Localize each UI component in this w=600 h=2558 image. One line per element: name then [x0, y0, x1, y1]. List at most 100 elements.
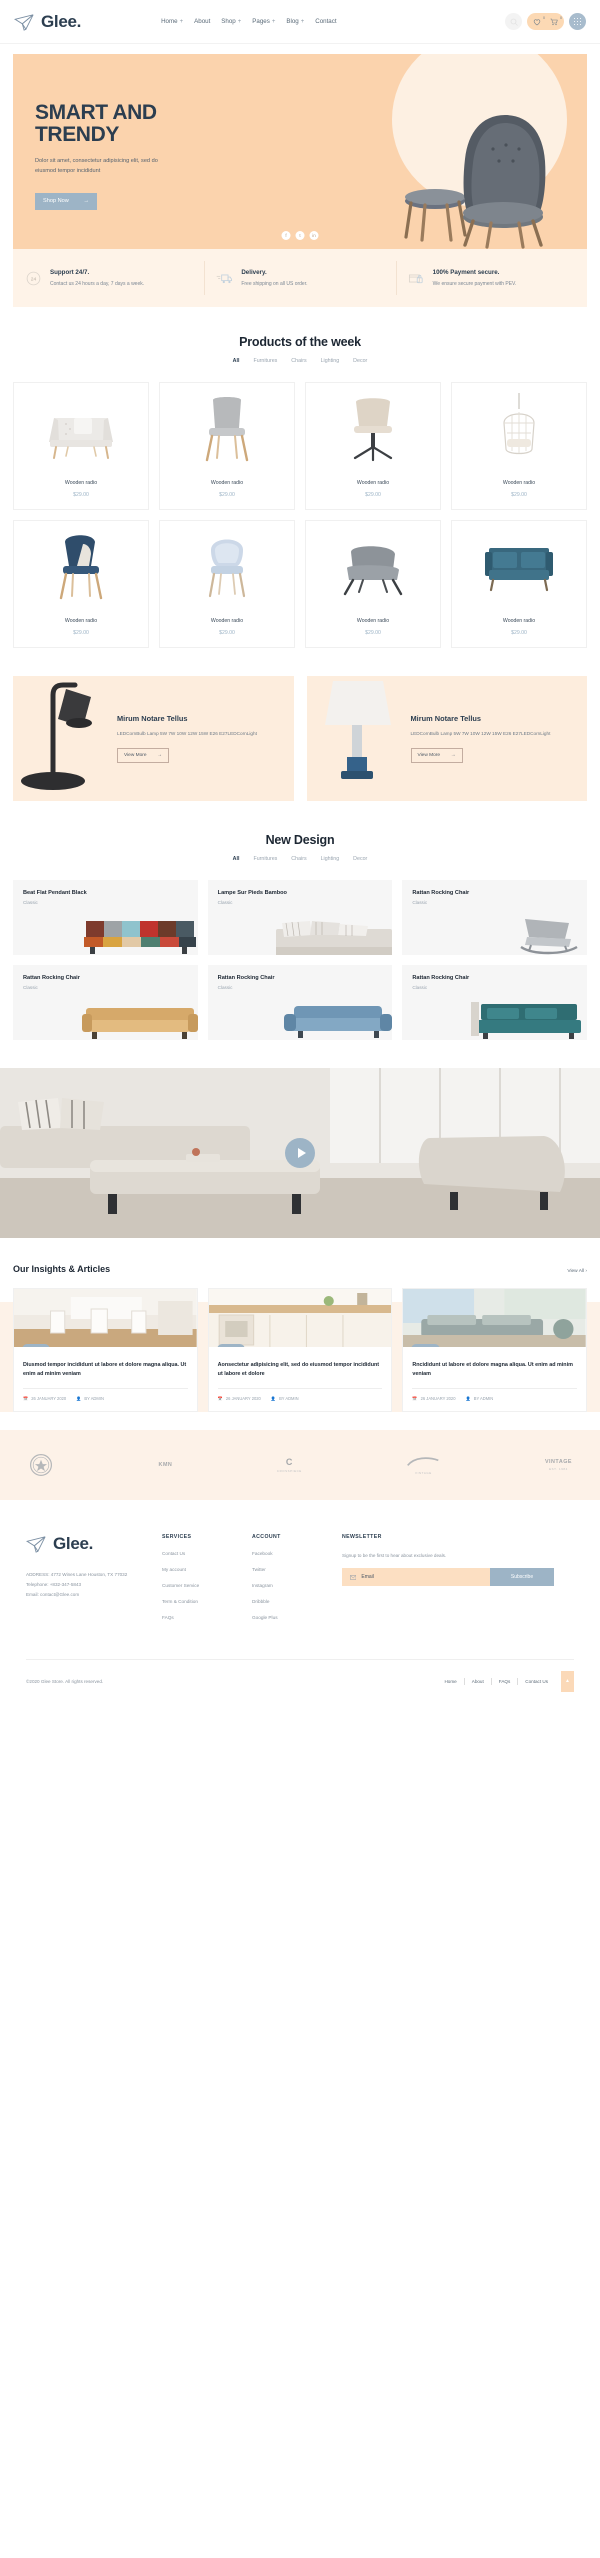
wishlist-button[interactable]: 0 [533, 16, 545, 26]
footer-nav-faqs[interactable]: FAQs [499, 1679, 511, 1684]
social-linkedin-dot[interactable]: in [309, 231, 319, 240]
plus-icon: + [179, 18, 184, 25]
footer-nav-home[interactable]: Home [444, 1679, 456, 1684]
article-card[interactable]: NEWS Diusmod tempor incididunt ut labore… [13, 1288, 198, 1412]
article-card[interactable]: NEWS Aonsectetur adipisicing elit, sed d… [207, 1288, 393, 1412]
tab-all[interactable]: All [233, 358, 240, 364]
video-banner[interactable] [0, 1068, 600, 1238]
newdesign-card[interactable]: Lampe Sur Pieds Bamboo Classic [207, 880, 393, 955]
envelope-icon [350, 1575, 357, 1580]
support-24-icon: 24 [26, 271, 41, 286]
brand-logo-name: VINTAGE [544, 1458, 572, 1465]
footer-nav-contact-us[interactable]: Contact Us [525, 1679, 548, 1684]
footer-link-faqs[interactable]: FAQs [162, 1615, 252, 1620]
product-image [166, 390, 288, 468]
view-more-button[interactable]: View More → [117, 748, 169, 764]
newdesign-card-title: Lampe Sur Pieds Bamboo [217, 890, 287, 896]
nav-item-home[interactable]: Home + [161, 18, 183, 25]
newdesign-card-title: Rattan Rocking Chair [23, 975, 80, 981]
product-card[interactable]: Wooden radio $29.00 [13, 520, 149, 648]
social-facebook-dot[interactable]: f [281, 231, 291, 240]
tab-lighting[interactable]: Lighting [321, 358, 340, 364]
article-image: NEWS [403, 1289, 586, 1347]
product-price: $29.00 [365, 492, 381, 498]
footer-nav-about[interactable]: About [472, 1679, 484, 1684]
nav-item-blog[interactable]: Blog + [286, 18, 304, 25]
promo-banner-body: Mirum Notare Tellus LEDCornBulb Lamp 5W … [410, 714, 559, 764]
newsletter-desc: Signup to be the first to hear about exc… [342, 1552, 447, 1558]
nav-label: Pages [252, 18, 270, 25]
tab-furnitures[interactable]: Furnitures [253, 358, 277, 364]
white-dining-room-image [14, 1289, 197, 1347]
footer-link-instagram[interactable]: Instagram [252, 1583, 342, 1588]
footer-link-facebook[interactable]: Facebook [252, 1551, 342, 1556]
grid-menu-button[interactable] [569, 13, 586, 30]
newdesign-card-title: Beat Flat Pendant Black [23, 890, 87, 896]
seal-badge-logo-icon [29, 1453, 53, 1476]
product-card[interactable]: Wooden radio $29.00 [159, 382, 295, 510]
footer-link-customer-service[interactable]: Customer Service [162, 1583, 252, 1588]
nd-tab-decor[interactable]: Decor [353, 856, 367, 862]
tab-decor[interactable]: Decor [353, 358, 367, 364]
products-title: Products of the week [239, 335, 361, 349]
social-twitter-dot[interactable]: t [295, 231, 305, 240]
light-blue-chair-image [208, 539, 246, 598]
newdesign-card[interactable]: Rattan Rocking Chair Classic [402, 880, 587, 955]
search-button[interactable] [505, 13, 522, 30]
nav-item-about[interactable]: About [194, 18, 210, 25]
newdesign-card[interactable]: Beat Flat Pendant Black Classic [13, 880, 198, 955]
newdesign-title: New Design [265, 833, 335, 847]
tab-chairs[interactable]: Chairs [291, 358, 306, 364]
wishlist-cart-pill: 0 0 [527, 13, 564, 30]
footer-address: ADDRESS: 4772 Wines Lane Houston, TX 770… [26, 1571, 128, 1577]
footer-link-contact-us[interactable]: Contact Us [162, 1551, 252, 1556]
product-card[interactable]: Wooden radio $29.00 [305, 520, 441, 648]
product-image [20, 390, 142, 468]
product-card[interactable]: Wooden radio $29.00 [13, 382, 149, 510]
brand-logo[interactable]: Glee. [14, 12, 81, 32]
nav-item-contact[interactable]: Contact [315, 18, 336, 25]
insights-header: Our Insights & Articles View All › [13, 1264, 587, 1274]
product-card[interactable]: Wooden radio $29.00 [159, 520, 295, 648]
play-video-button[interactable] [285, 1138, 315, 1168]
nav-item-shop[interactable]: Shop + [221, 18, 241, 25]
footer-brand-logo[interactable]: Glee. [26, 1534, 162, 1554]
article-image: NEWS [14, 1289, 197, 1347]
nav-item-pages[interactable]: Pages + [252, 18, 275, 25]
footer-bottom-bar: ©2020 Glee Store. All rights reserved. H… [26, 1658, 574, 1706]
nd-tab-chairs[interactable]: Chairs [291, 856, 306, 862]
newsletter-input-wrap[interactable] [342, 1568, 490, 1587]
view-more-button[interactable]: View More → [410, 748, 463, 764]
footer-link-term-condition[interactable]: Term & Condition [162, 1599, 252, 1604]
brand-logo-crosspiece[interactable]: C CROSSPIECE [277, 1457, 302, 1473]
product-card[interactable]: Wooden radio $29.00 [451, 382, 587, 510]
footer-link-my-account[interactable]: My account [162, 1567, 252, 1572]
brand-logo-kmn[interactable]: KMN [159, 1462, 173, 1468]
subscribe-button[interactable]: Subscribe [490, 1568, 554, 1587]
footer-link-twitter[interactable]: Twitter [252, 1567, 342, 1572]
nd-tab-furnitures[interactable]: Furnitures [253, 856, 277, 862]
view-all-link[interactable]: View All › [567, 1269, 587, 1274]
svg-text:24: 24 [31, 277, 37, 283]
nd-tab-all[interactable]: All [233, 856, 240, 862]
product-name: Wooden radio [502, 618, 536, 624]
footer-link-dribbble[interactable]: Dribbble [252, 1599, 342, 1604]
newdesign-card[interactable]: Rattan Rocking Chair Classic [402, 965, 587, 1040]
article-card[interactable]: NEWS Rncididunt ut labore et dolore magn… [402, 1288, 587, 1412]
product-card[interactable]: Wooden radio $29.00 [305, 382, 441, 510]
newdesign-card-category: Classic [23, 985, 38, 990]
shop-now-button[interactable]: Shop Now → [35, 192, 97, 210]
newdesign-card[interactable]: Rattan Rocking Chair Classic [207, 965, 393, 1040]
cart-button[interactable]: 0 [550, 16, 562, 26]
product-card[interactable]: Wooden radio $29.00 [451, 520, 587, 648]
back-to-top-button[interactable]: ▲ [561, 1670, 574, 1692]
brand-logo-seal[interactable] [28, 1452, 54, 1478]
brand-logo-swoosh[interactable]: VINTAGE [406, 1455, 440, 1475]
nd-tab-lighting[interactable]: Lighting [321, 856, 340, 862]
article-author-text: BY ADMIN [84, 1396, 104, 1402]
newsletter-email-input[interactable] [361, 1574, 482, 1581]
brand-logo-vintage[interactable]: VINTAGE EST. 1984 [545, 1459, 572, 1471]
footer-link-google-plus[interactable]: Google Plus [252, 1615, 342, 1620]
newdesign-card[interactable]: Rattan Rocking Chair Classic [13, 965, 198, 1040]
delivery-truck-icon [217, 274, 233, 284]
